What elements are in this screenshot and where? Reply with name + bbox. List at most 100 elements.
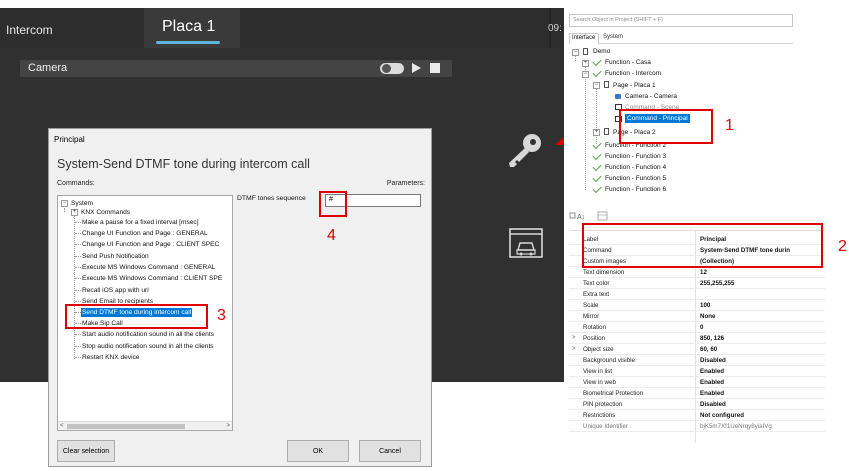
scrollbar-thumb[interactable] bbox=[67, 424, 185, 429]
property-value[interactable]: 12 bbox=[700, 269, 825, 276]
tab-interface[interactable]: Interface bbox=[569, 33, 599, 44]
property-name: Mirror bbox=[583, 313, 600, 320]
property-value[interactable]: bjK5m7Xf1UeNrqy8yiaIVg bbox=[700, 423, 825, 430]
expand-icon[interactable]: + bbox=[582, 60, 589, 67]
garage-car-icon[interactable] bbox=[509, 228, 543, 258]
expand-chevron-icon[interactable]: > bbox=[572, 335, 576, 341]
collapse-icon[interactable]: − bbox=[593, 82, 600, 89]
object-search-input[interactable]: Search Object in Project (SHIFT + F) bbox=[569, 14, 793, 27]
tree-item-push-notification[interactable]: Send Push Notification bbox=[82, 252, 149, 261]
check-icon bbox=[592, 56, 602, 67]
property-row[interactable]: > Position 850, 126 bbox=[569, 334, 825, 344]
tab-placa-1[interactable]: Placa 1 bbox=[144, 8, 240, 48]
tree-function-6[interactable]: Function - Function 6 bbox=[605, 185, 666, 194]
collapse-icon[interactable]: − bbox=[582, 71, 589, 78]
property-row[interactable]: Unique Identifier bjK5m7Xf1UeNrqy8yiaIVg bbox=[569, 422, 825, 432]
tree-function-5[interactable]: Function - Function 5 bbox=[605, 174, 666, 183]
tree-item-restart-knx[interactable]: Restart KNX device bbox=[82, 353, 140, 362]
tree-item-pause[interactable]: Make a pause for a fixed interval [msec] bbox=[82, 218, 199, 227]
tree-page-placa-1[interactable]: Page - Placa 1 bbox=[613, 81, 656, 90]
screenshot-root: Intercom Placa 1 09: Camera Principal Sy… bbox=[0, 0, 849, 471]
check-icon bbox=[592, 67, 602, 78]
tree-item-change-ui-general[interactable]: Change UI Function and Page : GENERAL bbox=[82, 229, 208, 238]
tree-item-stop-audio[interactable]: Stop audio notification sound in all the… bbox=[82, 342, 214, 351]
property-name: View in web bbox=[583, 379, 616, 386]
property-name: Scale bbox=[583, 302, 599, 309]
ok-button[interactable]: OK bbox=[287, 440, 349, 462]
tree-connector bbox=[75, 334, 81, 335]
tree-item-change-ui-client[interactable]: Change UI Function and Page : CLIENT SPE… bbox=[82, 240, 219, 249]
expand-chevron-icon[interactable]: > bbox=[572, 346, 576, 352]
property-value[interactable]: 255,255,255 bbox=[700, 280, 825, 287]
property-row[interactable]: Scale 100 bbox=[569, 301, 825, 311]
property-row[interactable]: Rotation 0 bbox=[569, 323, 825, 333]
tree-item-system[interactable]: System bbox=[71, 199, 93, 208]
tree-connector bbox=[75, 290, 81, 291]
property-row[interactable]: Text dimension 12 bbox=[569, 268, 825, 278]
property-row[interactable]: View in web Enabled bbox=[569, 378, 825, 388]
property-row[interactable]: Biometrical Protection Enabled bbox=[569, 389, 825, 399]
play-icon[interactable] bbox=[412, 63, 421, 73]
camera-toggle[interactable] bbox=[380, 63, 404, 74]
tab-system[interactable]: System bbox=[601, 33, 625, 44]
clear-selection-button[interactable]: Clear selection bbox=[57, 440, 115, 462]
check-icon bbox=[592, 150, 602, 161]
property-pages-icon[interactable] bbox=[597, 211, 609, 221]
property-value[interactable]: None bbox=[700, 313, 825, 320]
tree-item-windows-client[interactable]: Execute MS Windows Command : CLIENT SPE bbox=[82, 274, 222, 283]
dialog-heading: System-Send DTMF tone during intercom ca… bbox=[57, 157, 310, 171]
tree-function-intercom[interactable]: Function - Intercom bbox=[605, 69, 661, 78]
tree-function-3[interactable]: Function - Function 3 bbox=[605, 152, 666, 161]
property-row[interactable]: > Object size 60, 60 bbox=[569, 345, 825, 355]
cancel-button[interactable]: Cancel bbox=[359, 440, 421, 462]
panel-tabs: Interface System bbox=[569, 32, 793, 44]
tree-function-4[interactable]: Function - Function 4 bbox=[605, 163, 666, 172]
property-name: Unique Identifier bbox=[583, 423, 629, 430]
dialog-title: Principal bbox=[54, 135, 85, 144]
property-value[interactable]: 850, 126 bbox=[700, 335, 825, 342]
property-row[interactable]: View in list Enabled bbox=[569, 367, 825, 377]
check-icon bbox=[592, 139, 602, 150]
expand-icon[interactable]: + bbox=[593, 129, 600, 136]
property-name: Text color bbox=[583, 280, 610, 287]
property-row[interactable]: Restrictions Not configured bbox=[569, 411, 825, 421]
tree-function-casa[interactable]: Function - Casa bbox=[605, 58, 651, 67]
tree-connector bbox=[75, 346, 81, 347]
property-value[interactable]: 0 bbox=[700, 324, 825, 331]
tree-item-recall-ios[interactable]: Recall iOS app with url bbox=[82, 286, 149, 295]
property-row[interactable]: Background visible Disabled bbox=[569, 356, 825, 366]
tree-camera[interactable]: Camera - Camera bbox=[625, 92, 677, 101]
property-value[interactable]: Not configured bbox=[700, 412, 825, 419]
expand-icon[interactable]: + bbox=[71, 209, 78, 216]
top-bar: Intercom Placa 1 09: bbox=[0, 8, 564, 48]
property-toolbar: A↓ bbox=[569, 211, 649, 223]
property-value[interactable]: Disabled bbox=[700, 401, 825, 408]
property-value[interactable]: Enabled bbox=[700, 379, 825, 386]
property-row[interactable]: Mirror None bbox=[569, 312, 825, 322]
property-row[interactable]: Text color 255,255,255 bbox=[569, 279, 825, 289]
property-value[interactable]: Enabled bbox=[700, 390, 825, 397]
stop-icon[interactable] bbox=[430, 63, 440, 73]
collapse-icon[interactable]: − bbox=[572, 49, 579, 56]
camera-icon bbox=[615, 94, 621, 99]
commands-label: Commands: bbox=[57, 180, 95, 187]
property-value[interactable]: Disabled bbox=[700, 357, 825, 364]
property-value[interactable]: 100 bbox=[700, 302, 825, 309]
clock-fragment: 09: bbox=[548, 23, 562, 34]
property-row[interactable]: Extra text bbox=[569, 290, 825, 300]
tree-demo[interactable]: Demo bbox=[593, 47, 610, 56]
tree-item-knx-commands[interactable]: KNX Commands bbox=[81, 208, 130, 217]
sort-categorized-icon[interactable]: A↓ bbox=[569, 211, 595, 221]
property-row[interactable]: PIN protection Disabled bbox=[569, 400, 825, 410]
property-value[interactable]: 60, 60 bbox=[700, 346, 825, 353]
scroll-right-icon[interactable]: > bbox=[226, 423, 230, 429]
tree-connector bbox=[75, 357, 81, 358]
property-value[interactable]: Enabled bbox=[700, 368, 825, 375]
tab-intercom[interactable]: Intercom bbox=[6, 23, 53, 37]
tree-item-windows-general[interactable]: Execute MS Windows Command : GENERAL bbox=[82, 263, 215, 272]
collapse-icon[interactable]: − bbox=[61, 200, 68, 207]
scroll-left-icon[interactable]: < bbox=[60, 423, 64, 429]
key-icon[interactable] bbox=[505, 129, 547, 171]
tree-item-start-audio[interactable]: Start audio notification sound in all th… bbox=[82, 330, 214, 339]
tree-horizontal-scrollbar[interactable]: < > bbox=[58, 421, 232, 430]
